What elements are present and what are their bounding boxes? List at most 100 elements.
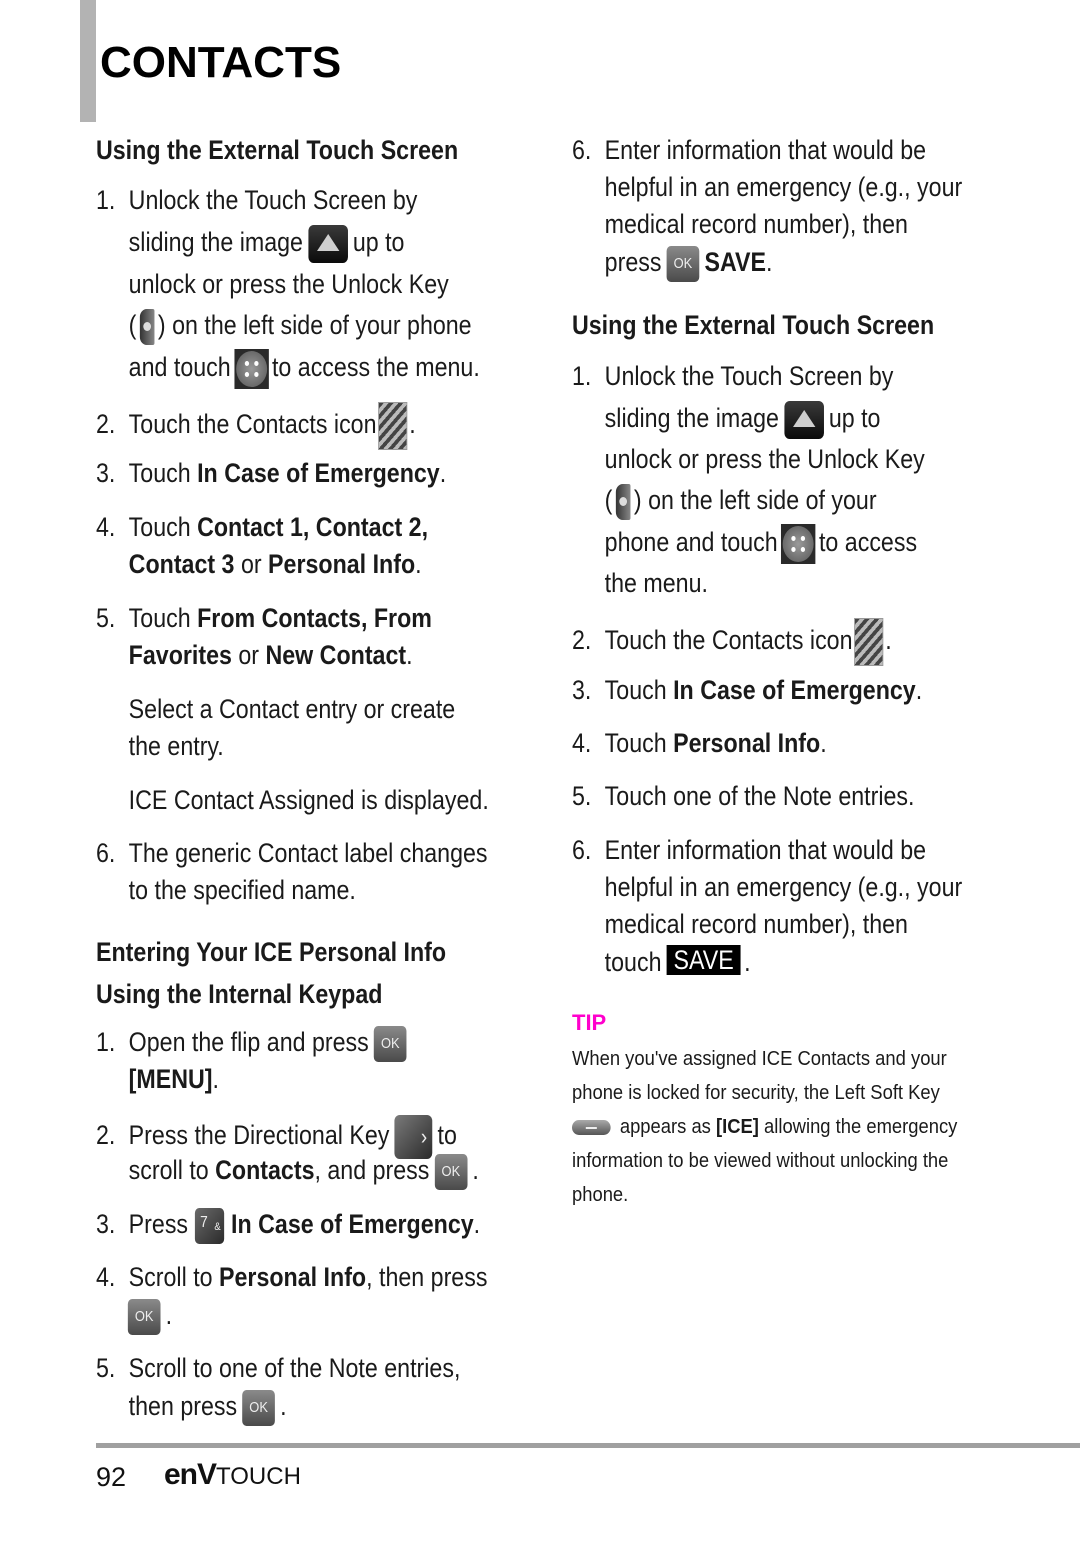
touch-step-2: 2. Touch the Contacts icon. xyxy=(572,618,892,666)
step-6-line2: to the specified name. xyxy=(128,875,356,905)
emphasis: From Contacts, From xyxy=(197,603,432,633)
step-text: up to xyxy=(828,403,881,433)
footer-divider xyxy=(96,1443,1080,1448)
step-text: Scroll to one of the Note entries, xyxy=(128,1353,461,1383)
unlock-key-icon xyxy=(139,308,155,345)
step-2: 2. Touch the Contacts icon. xyxy=(96,402,416,450)
step-text: Touch the Contacts icon xyxy=(128,409,377,440)
emphasis: In Case of Emergency xyxy=(673,675,916,705)
step-text: . xyxy=(439,458,447,488)
step-text: . xyxy=(765,247,773,277)
tip-label: TIP xyxy=(572,1010,607,1035)
emphasis: In Case of Emergency xyxy=(231,1209,474,1239)
step-number: 1. xyxy=(572,361,592,391)
step-text: Touch xyxy=(128,603,198,633)
step-text: . xyxy=(406,640,413,670)
step-text: Unlock the Touch Screen by xyxy=(128,185,418,215)
tip-line: phone is locked for security, the Left S… xyxy=(572,1082,940,1104)
keypad-step-1: 1. Open the flip and press OK xyxy=(96,1024,412,1062)
step-text: Open the flip and press xyxy=(128,1027,369,1057)
section-heading-internal-keypad: Using the Internal Keypad xyxy=(96,979,383,1009)
keypad-step-4: 4. Scroll to Personal Info, then press xyxy=(96,1259,487,1297)
step-number: 3. xyxy=(572,675,592,705)
step-1-line2: sliding the image up to xyxy=(96,224,404,263)
contacts-icon xyxy=(378,402,408,450)
step-1-line5: and touch to access the menu. xyxy=(96,349,480,389)
touch-step-6-line2: helpful in an emergency (e.g., your xyxy=(604,872,963,902)
step-text: Touch the Contacts icon xyxy=(604,625,853,656)
step-number: 3. xyxy=(96,1209,116,1239)
step-1: 1. Unlock the Touch Screen by xyxy=(96,182,417,220)
step-text: Enter information that would be xyxy=(604,135,927,165)
step-text: Touch xyxy=(128,512,198,542)
touch-step-1-line6: the menu. xyxy=(604,568,708,598)
step-number: 1. xyxy=(96,1027,116,1057)
step-text: Press xyxy=(128,1209,189,1239)
tip-text-part: appears as xyxy=(619,1116,716,1138)
keypad-step-2-line2: scroll to Contacts, and press OK. xyxy=(96,1152,479,1190)
step-text: to xyxy=(437,1120,457,1151)
step-text: then press xyxy=(128,1391,238,1421)
step-number: 1. xyxy=(96,185,116,215)
touch-step-1-line3: unlock or press the Unlock Key xyxy=(604,444,925,474)
step-text: ) on the left side of your phone xyxy=(157,310,472,340)
touch-step-1-line4: () on the left side of your xyxy=(572,482,877,520)
emphasis: Personal Info xyxy=(219,1262,367,1292)
page-title: CONTACTS xyxy=(100,38,342,87)
keypad-step-5: 5. Scroll to one of the Note entries, xyxy=(96,1350,460,1388)
step-text: ( xyxy=(128,310,137,340)
emphasis: SAVE xyxy=(704,247,766,277)
touch-step-1: 1. Unlock the Touch Screen by xyxy=(572,358,893,396)
step-text: to access the menu. xyxy=(271,352,480,383)
step-text: Touch one of the Note entries. xyxy=(604,781,915,811)
unlock-key-icon xyxy=(615,483,631,520)
step-number: 2. xyxy=(96,409,116,440)
step-text: Scroll to xyxy=(128,1262,220,1292)
section-heading-ice-personal-info: Entering Your ICE Personal Info xyxy=(96,937,447,967)
emphasis: Personal Info xyxy=(268,549,416,579)
step-5-note-3: ICE Contact Assigned is displayed. xyxy=(128,785,489,815)
step-text: sliding the image xyxy=(128,227,303,257)
step-text: , and press xyxy=(314,1155,430,1185)
step-text: . xyxy=(472,1155,479,1185)
touch-step-1-line2: sliding the image up to xyxy=(572,400,880,439)
touch-step-3: 3. Touch In Case of Emergency. xyxy=(572,672,922,710)
step-text: Enter information that would be xyxy=(604,835,927,865)
menu-grid-icon xyxy=(234,349,269,389)
step-text: , then press xyxy=(366,1262,488,1292)
step-text: scroll to xyxy=(128,1155,216,1185)
brand-logo: enVTOUCH xyxy=(164,1458,301,1492)
tip-line: phone. xyxy=(572,1184,629,1206)
tip-text: When you've assigned ICE Contacts and yo… xyxy=(572,1042,958,1212)
page-number: 92 xyxy=(96,1462,127,1492)
emphasis: [ICE] xyxy=(715,1116,759,1138)
keypad-step-6-line4: press OK SAVE. xyxy=(572,244,772,282)
tip-line: appears as [ICE] allowing the emergency xyxy=(572,1110,958,1144)
step-text: . xyxy=(409,409,416,440)
touch-step-4: 4. Touch Personal Info. xyxy=(572,725,827,763)
emphasis: Favorites xyxy=(128,640,232,670)
touch-step-6: 6. Enter information that would be xyxy=(572,832,926,870)
chapter-side-bar xyxy=(80,0,96,122)
step-5: 5. Touch From Contacts, From xyxy=(96,600,432,638)
touch-step-5: 5. Touch one of the Note entries. xyxy=(572,778,914,816)
save-softkey-label: SAVE xyxy=(666,945,741,975)
touch-step-6-line3: medical record number), then xyxy=(604,909,908,939)
step-text: Press the Directional Key xyxy=(128,1120,390,1151)
step-text: and touch xyxy=(128,352,231,383)
step-text: . xyxy=(820,728,827,758)
keypad-step-1-line2: [MENU]. xyxy=(96,1061,219,1099)
step-text: touch xyxy=(604,947,662,977)
emphasis: Contact 3 xyxy=(128,549,235,579)
emphasis: New Contact xyxy=(265,640,407,670)
step-text: . xyxy=(473,1209,481,1239)
step-text: . xyxy=(744,947,751,977)
keypad-step-3: 3. Press 7 & In Case of Emergency. xyxy=(96,1206,480,1244)
step-5-line2: Favorites or New Contact. xyxy=(96,637,413,675)
key-digit: 7 xyxy=(200,1214,208,1232)
slide-up-arrow-icon xyxy=(784,400,824,439)
step-text: . xyxy=(280,1391,287,1421)
ok-key-icon: OK xyxy=(242,1389,275,1426)
step-number: 6. xyxy=(96,838,116,868)
keypad-step-6-line2: helpful in an emergency (e.g., your xyxy=(604,172,963,202)
